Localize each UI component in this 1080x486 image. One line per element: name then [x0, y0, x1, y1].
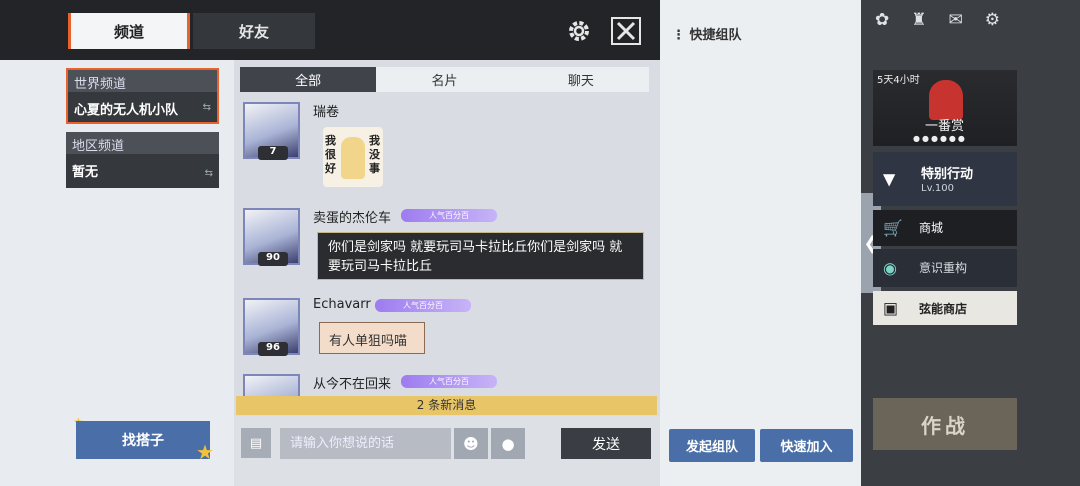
channel-value: 心夏的无人机小队 — [74, 103, 179, 118]
top-icons: ✿ ♜ ✉ ⚙ — [875, 10, 1000, 30]
username[interactable]: Echavarr — [313, 297, 371, 312]
send-button[interactable]: 发送 — [561, 428, 651, 459]
level-badge: 96 — [258, 342, 288, 356]
chat-filter-tabs: 全部 名片 聊天 — [240, 67, 649, 92]
swap-icon[interactable]: ⇆ — [205, 168, 213, 179]
avatar[interactable]: 90 — [243, 208, 300, 266]
username[interactable]: 从今不在回来 — [313, 374, 391, 392]
sticker: 我很好 我没事 — [323, 127, 383, 187]
paw-icon[interactable]: ✿ — [875, 10, 889, 30]
popularity-badge: 人气百分百 — [375, 299, 471, 312]
channel-list: 世界频道 心夏的无人机小队 ⇆ 地区频道 暂无 ⇆ ★ 找搭子 ★ — [0, 60, 234, 486]
tab-friends[interactable]: 好友 — [193, 13, 315, 49]
level-badge: 7 — [258, 146, 288, 160]
shop-title: 商城 — [919, 221, 944, 235]
start-team-button[interactable]: 发起组队 — [669, 429, 755, 462]
username[interactable]: 卖蛋的杰伦车 — [313, 207, 391, 226]
emoji-icon[interactable]: ☻ — [454, 428, 488, 459]
tab-channel[interactable]: 频道 — [68, 13, 190, 49]
find-partner-button[interactable]: 找搭子 — [76, 421, 210, 459]
avatar[interactable]: 7 — [243, 102, 300, 160]
channel-title: 世界频道 — [68, 70, 217, 92]
sticker-text: 我很好 — [325, 134, 336, 175]
tab-cards[interactable]: 名片 — [376, 67, 512, 92]
mind-icon: ◉ — [883, 258, 897, 278]
special-ops-title: 特别行动 — [921, 167, 974, 182]
event-banner-title: 一番赏 — [925, 119, 965, 134]
cart-icon: 🛒 — [883, 218, 903, 238]
quick-team-panel: ⋮ 快捷组队 发起组队 快速加入 — [660, 0, 861, 486]
string-shop-card[interactable]: ▣ 弦能商店 — [873, 291, 1017, 325]
mail-icon[interactable]: ✉ — [949, 10, 963, 30]
ranking-icon[interactable]: ♜ — [911, 10, 926, 30]
avatar[interactable]: 96 — [243, 298, 300, 356]
string-shop-icon: ▣ — [883, 298, 899, 318]
channel-value: 暂无 — [72, 165, 99, 180]
channel-world[interactable]: 世界频道 心夏的无人机小队 ⇆ — [66, 68, 219, 124]
mind-rebuild-card[interactable]: ◉ 意识重构 — [873, 249, 1017, 287]
speech-bubble-icon[interactable]: ● — [491, 428, 525, 459]
settings-icon[interactable]: ⚙ — [985, 10, 1000, 30]
character-art — [929, 80, 963, 120]
swap-icon[interactable]: ⇆ — [203, 102, 211, 113]
event-banner[interactable]: 5天4小时 一番赏 ●●●●●● — [873, 70, 1017, 146]
username[interactable]: 瑞卷 — [313, 101, 339, 120]
avatar[interactable] — [243, 374, 300, 396]
mind-rebuild-title: 意识重构 — [919, 261, 968, 275]
new-messages-bar[interactable]: 2 条新消息 — [236, 396, 657, 415]
sticker-text: 我没事 — [369, 134, 380, 175]
message-bubble: 有人单狙吗喵 — [319, 322, 425, 354]
chat-area: 全部 名片 聊天 7 瑞卷 我很好 我没事 90 卖蛋的杰伦车 人气百分百 你们… — [234, 60, 660, 486]
sticker-character — [341, 137, 365, 179]
special-ops-icon: ▼ — [883, 169, 896, 189]
game-menu: ✿ ♜ ✉ ⚙ ❮ 5天4小时 一番赏 ●●●●●● ▼ 特别行动 Lv.100… — [861, 0, 1080, 486]
quick-team-title: ⋮ 快捷组队 — [672, 28, 742, 43]
card-icon[interactable]: ▤ — [241, 428, 271, 458]
message-bubble: 你们是剑家吗 就要玩司马卡拉比丘你们是剑家吗 就要玩司马卡拉比丘 — [317, 232, 644, 280]
popularity-badge: 人气百分百 — [401, 209, 497, 222]
chat-input[interactable] — [280, 428, 451, 459]
tab-all[interactable]: 全部 — [240, 67, 377, 92]
level-badge: 90 — [258, 252, 288, 266]
chat-panel: 世界频道 心夏的无人机小队 ⇆ 地区频道 暂无 ⇆ ★ 找搭子 ★ 全部 名片 … — [0, 60, 660, 486]
close-icon[interactable] — [611, 17, 641, 45]
quick-join-button[interactable]: 快速加入 — [760, 429, 853, 462]
carousel-dots: ●●●●●● — [913, 134, 967, 143]
string-shop-title: 弦能商店 — [919, 302, 968, 316]
quick-team-label: 快捷组队 — [689, 28, 742, 43]
input-bar: ▤ ☻ ● 发送 — [234, 416, 660, 486]
tab-chat[interactable]: 聊天 — [513, 67, 649, 92]
channel-region[interactable]: 地区频道 暂无 ⇆ — [66, 132, 219, 188]
special-ops-level: Lv.100 — [921, 183, 954, 194]
shop-card[interactable]: 🛒 商城 — [873, 210, 1017, 246]
gear-icon[interactable] — [567, 19, 591, 43]
top-bar: 频道 好友 — [0, 0, 660, 60]
battle-button[interactable]: 作战 — [873, 398, 1017, 450]
special-ops-card[interactable]: ▼ 特别行动 Lv.100 — [873, 152, 1017, 206]
popularity-badge: 人气百分百 — [401, 375, 497, 388]
event-timer: 5天4小时 — [877, 75, 920, 86]
star-icon: ★ — [196, 440, 214, 464]
chat-message: 从今不在回来 人气百分百 — [243, 374, 543, 396]
channel-title: 地区频道 — [66, 132, 219, 154]
